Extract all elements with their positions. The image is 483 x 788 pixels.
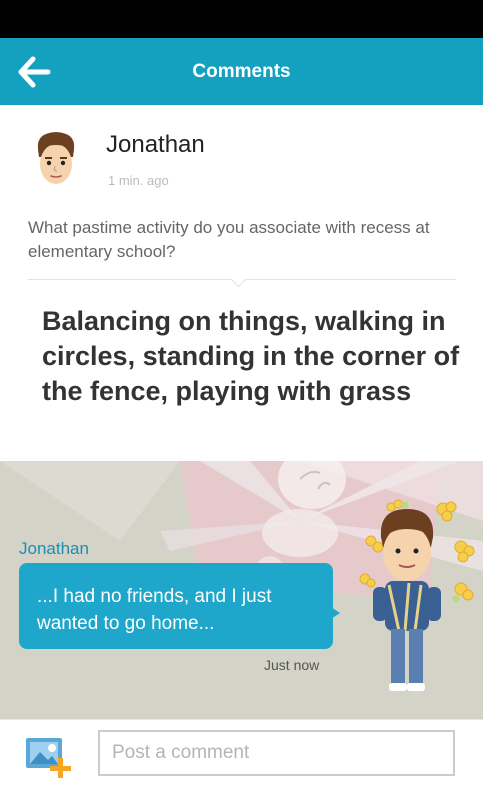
comment-input[interactable]: [98, 730, 455, 776]
status-bar: [0, 0, 483, 38]
post-question: What pastime activity do you associate w…: [28, 218, 430, 261]
add-photo-icon: [26, 738, 71, 778]
post-header: Jonathan 1 min. ago: [0, 105, 483, 200]
avatar[interactable]: [30, 127, 82, 191]
speech-bubble: ...I had no friends, and I just wanted t…: [19, 563, 333, 649]
app-bar: Comments: [0, 38, 483, 105]
post-author[interactable]: Jonathan: [106, 131, 205, 159]
bubble-message: ...I had no friends, and I just wanted t…: [37, 586, 272, 634]
post-time: 1 min. ago: [108, 173, 169, 188]
divider-notch: [230, 271, 247, 288]
page-title: Comments: [192, 61, 291, 82]
post-answer: Balancing on things, walking in circles,…: [42, 306, 460, 406]
scene-timestamp: Just now: [264, 657, 320, 673]
mii-character: [359, 499, 475, 691]
comment-scene: Jonathan ...I had no friends, and I just…: [0, 461, 483, 719]
bubble-tail: [322, 601, 340, 625]
comment-composer: [0, 719, 483, 788]
add-photo-button[interactable]: [22, 730, 74, 782]
scene-speaker[interactable]: Jonathan: [19, 539, 89, 559]
